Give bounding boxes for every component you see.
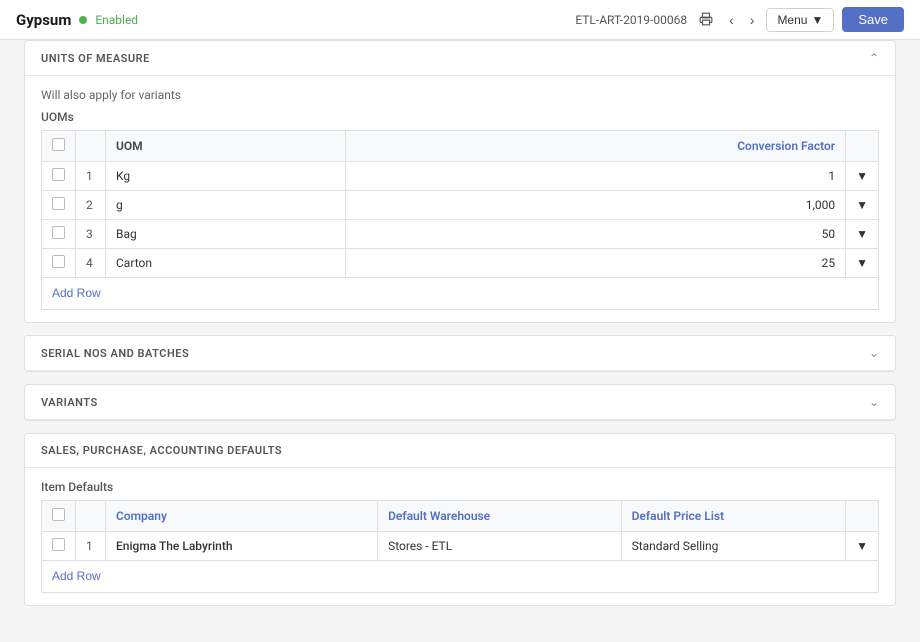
item-defaults-add-row-cell: Add Row: [41, 561, 879, 593]
item-defaults-col-price-list: Default Price List: [621, 501, 846, 532]
units-of-measure-title: UNITS OF MEASURE: [41, 52, 150, 65]
uoms-row: 4 Carton 25 ▼: [42, 249, 879, 278]
units-of-measure-body: Will also apply for variants UOMs UOM Co…: [25, 76, 895, 322]
main-content: UNITS OF MEASURE ⌃ Will also apply for v…: [0, 40, 920, 642]
uoms-row-checkbox-cell: [42, 191, 76, 220]
uoms-row-uom: Bag: [106, 220, 346, 249]
sales-purchase-header[interactable]: SALES, PURCHASE, ACCOUNTING DEFAULTS: [25, 434, 895, 468]
sales-purchase-title: SALES, PURCHASE, ACCOUNTING DEFAULTS: [41, 444, 282, 457]
uoms-row-checkbox[interactable]: [52, 168, 65, 181]
item-defaults-col-action: [846, 501, 879, 532]
status-dot: [79, 16, 87, 24]
sales-purchase-body: Item Defaults Company Default Warehouse …: [25, 468, 895, 605]
units-of-measure-note: Will also apply for variants: [41, 88, 879, 102]
topbar-left: Gypsum Enabled: [16, 11, 138, 29]
item-defaults-row-checkbox-cell: [42, 532, 76, 561]
status-label: Enabled: [95, 13, 138, 27]
uoms-row-uom: Carton: [106, 249, 346, 278]
item-defaults-header-row: Company Default Warehouse Default Price …: [42, 501, 879, 532]
item-defaults-row-num: 1: [76, 532, 106, 561]
uoms-row-dropdown-icon[interactable]: ▼: [846, 220, 879, 249]
doc-id: ETL-ART-2019-00068: [575, 13, 687, 27]
units-of-measure-chevron-icon: ⌃: [869, 51, 879, 65]
units-of-measure-section: UNITS OF MEASURE ⌃ Will also apply for v…: [24, 40, 896, 323]
uoms-row-conversion: 1: [345, 162, 845, 191]
next-button[interactable]: ›: [746, 9, 759, 31]
uoms-row: 3 Bag 50 ▼: [42, 220, 879, 249]
serial-nos-header[interactable]: SERIAL NOS AND BATCHES ⌄: [25, 336, 895, 371]
uoms-col-uom: UOM: [106, 131, 346, 162]
serial-nos-title: SERIAL NOS AND BATCHES: [41, 347, 189, 360]
uoms-row-checkbox[interactable]: [52, 197, 65, 210]
menu-label: Menu: [777, 13, 807, 27]
uoms-row-conversion: 50: [345, 220, 845, 249]
menu-chevron-icon: ▼: [811, 13, 823, 27]
uoms-row-checkbox[interactable]: [52, 226, 65, 239]
variants-header[interactable]: VARIANTS ⌄: [25, 385, 895, 420]
uoms-col-action: [846, 131, 879, 162]
item-defaults-select-all-checkbox[interactable]: [52, 508, 65, 521]
brand-name: Gypsum: [16, 11, 71, 29]
uoms-row-dropdown-icon[interactable]: ▼: [846, 249, 879, 278]
uoms-row-uom: g: [106, 191, 346, 220]
variants-title: VARIANTS: [41, 396, 98, 409]
uoms-row-uom: Kg: [106, 162, 346, 191]
uoms-col-checkbox: [42, 131, 76, 162]
variants-chevron-icon: ⌄: [869, 395, 879, 409]
uoms-row: 2 g 1,000 ▼: [42, 191, 879, 220]
uoms-add-row-button[interactable]: Add Row: [52, 286, 101, 300]
item-defaults-row-checkbox[interactable]: [52, 538, 65, 551]
uoms-header-row: UOM Conversion Factor: [42, 131, 879, 162]
item-defaults-table: Company Default Warehouse Default Price …: [41, 500, 879, 561]
item-defaults-row-warehouse: Stores - ETL: [378, 532, 622, 561]
uoms-row-checkbox-cell: [42, 162, 76, 191]
item-defaults-col-checkbox: [42, 501, 76, 532]
serial-nos-chevron-icon: ⌄: [869, 346, 879, 360]
item-defaults-col-company: Company: [106, 501, 378, 532]
sales-purchase-section: SALES, PURCHASE, ACCOUNTING DEFAULTS Ite…: [24, 433, 896, 606]
uoms-select-all-checkbox[interactable]: [52, 138, 65, 151]
uoms-subtitle: UOMs: [41, 110, 879, 124]
uoms-row-num: 2: [76, 191, 106, 220]
topbar: Gypsum Enabled ETL-ART-2019-00068 ‹ › Me…: [0, 0, 920, 40]
uoms-row-dropdown-icon[interactable]: ▼: [846, 191, 879, 220]
uoms-row: 1 Kg 1 ▼: [42, 162, 879, 191]
item-defaults-row: 1 Enigma The Labyrinth Stores - ETL Stan…: [42, 532, 879, 561]
uoms-row-num: 1: [76, 162, 106, 191]
item-defaults-add-row-button[interactable]: Add Row: [52, 569, 101, 583]
variants-section: VARIANTS ⌄: [24, 384, 896, 421]
save-button[interactable]: Save: [842, 7, 904, 32]
serial-nos-section: SERIAL NOS AND BATCHES ⌄: [24, 335, 896, 372]
units-of-measure-header[interactable]: UNITS OF MEASURE ⌃: [25, 41, 895, 76]
item-defaults-col-warehouse: Default Warehouse: [378, 501, 622, 532]
uoms-row-num: 4: [76, 249, 106, 278]
uoms-col-num: [76, 131, 106, 162]
uoms-table: UOM Conversion Factor 1 Kg 1 ▼ 2 g 1,000…: [41, 130, 879, 278]
uoms-row-dropdown-icon[interactable]: ▼: [846, 162, 879, 191]
prev-button[interactable]: ‹: [725, 9, 738, 31]
print-button[interactable]: [695, 8, 717, 32]
item-defaults-col-num: [76, 501, 106, 532]
uoms-row-conversion: 1,000: [345, 191, 845, 220]
uoms-row-checkbox[interactable]: [52, 255, 65, 268]
topbar-right: ETL-ART-2019-00068 ‹ › Menu ▼ Save: [575, 7, 904, 32]
uoms-row-num: 3: [76, 220, 106, 249]
uoms-row-checkbox-cell: [42, 220, 76, 249]
item-defaults-row-company: Enigma The Labyrinth: [106, 532, 378, 561]
item-defaults-row-price-list: Standard Selling: [621, 532, 846, 561]
uoms-row-checkbox-cell: [42, 249, 76, 278]
uoms-add-row-cell: Add Row: [41, 278, 879, 310]
menu-button[interactable]: Menu ▼: [766, 8, 834, 32]
uoms-row-conversion: 25: [345, 249, 845, 278]
item-defaults-subtitle: Item Defaults: [41, 480, 879, 494]
uoms-col-conversion: Conversion Factor: [345, 131, 845, 162]
item-defaults-row-dropdown-icon[interactable]: ▼: [846, 532, 879, 561]
